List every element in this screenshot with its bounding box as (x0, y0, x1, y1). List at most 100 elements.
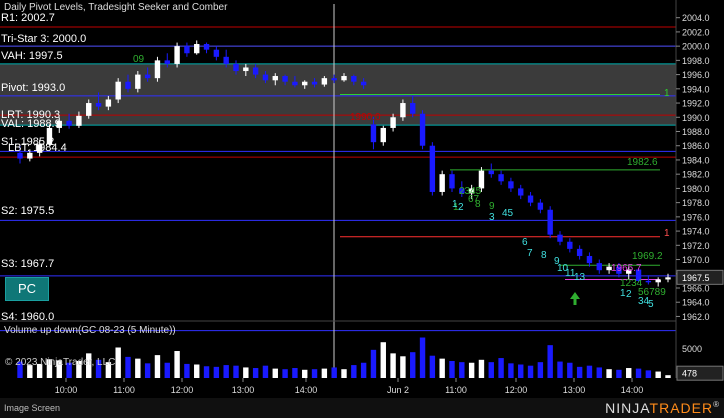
price-tick-label-21: 1962.0 (682, 312, 710, 322)
volume-bar-24 (252, 368, 259, 378)
volume-bar-58 (586, 365, 593, 378)
volume-bar-39 (400, 356, 406, 378)
volume-bar-28 (292, 368, 298, 378)
seq-label-7: 3 (489, 212, 495, 223)
candle-body-49 (498, 174, 504, 182)
candle-body-36 (370, 124, 377, 143)
candle-body-16 (174, 46, 180, 64)
price-tick-label-16: 1972.0 (682, 241, 710, 251)
price-tick-label-12: 1980.0 (682, 184, 710, 194)
candle-body-48 (488, 170, 494, 175)
time-tick-label-7: 12:00 (505, 385, 528, 395)
candle-body-55 (557, 234, 563, 242)
candle-body-15 (164, 60, 170, 64)
price-tick-label-5: 1994.0 (682, 84, 710, 94)
brand-mark: ® (713, 400, 720, 409)
candle-body-12 (135, 74, 141, 89)
volume-bar-45 (459, 362, 465, 378)
volume-bar-44 (449, 360, 455, 378)
volume-tick-label-0: 5000 (682, 344, 702, 354)
annotation-5: 1 (664, 228, 670, 239)
level-label-val: VAL: 1988.9 (1, 118, 61, 130)
time-tick-label-3: 13:00 (232, 385, 255, 395)
annotation-2: 1965.7 (611, 263, 642, 274)
price-tick-label-10: 1984.0 (682, 155, 710, 165)
volume-bar-63 (635, 368, 642, 378)
candle-body-35 (360, 81, 367, 86)
candle-body-27 (282, 76, 288, 82)
candle-body-24 (252, 67, 259, 75)
candle-body-41 (419, 113, 426, 146)
seq-label-6: 2 (458, 202, 464, 213)
candle-body-17 (184, 46, 190, 54)
volume-bar-11 (125, 356, 131, 378)
volume-bar-55 (557, 361, 563, 378)
candle-body-6 (76, 115, 82, 126)
volume-bar-50 (508, 363, 514, 378)
volume-bar-33 (341, 369, 347, 378)
volume-bar-43 (439, 358, 445, 378)
volume-bar-64 (645, 370, 652, 378)
seq-label-4: 9 (489, 201, 495, 212)
candle-body-53 (537, 202, 544, 210)
volume-bar-65 (655, 371, 661, 378)
candle-body-14 (154, 60, 161, 79)
candle-body-39 (400, 103, 406, 118)
volume-bar-10 (115, 347, 121, 378)
candle-body-5 (66, 120, 72, 126)
time-tick-label-4: 14:00 (295, 385, 318, 395)
annotation-4: 1 (664, 88, 670, 99)
price-tick-label-14: 1976.0 (682, 212, 710, 222)
annotation-0: 1982.6 (627, 157, 658, 168)
volume-bar-54 (547, 345, 553, 378)
pc-button[interactable]: PC (5, 277, 49, 301)
volume-bar-61 (616, 369, 622, 378)
copyright-text: © 2023 NinjaTrader, LLC (5, 357, 116, 368)
candle-body-42 (429, 145, 436, 192)
volume-bar-27 (282, 369, 288, 378)
candle-body-37 (380, 127, 386, 143)
volume-bar-29 (302, 369, 308, 378)
volume-bar-59 (596, 367, 602, 378)
volume-bar-46 (468, 362, 475, 378)
price-tick-label-17: 1970.0 (682, 255, 710, 265)
annotation-3: 1990.0 (350, 112, 381, 123)
candle-body-65 (655, 279, 661, 283)
candle-body-52 (527, 195, 534, 203)
volume-bar-30 (311, 369, 318, 378)
candle-body-13 (144, 74, 151, 79)
level-label-r1: R1: 2002.7 (1, 12, 55, 24)
level-label-vah: VAH: 1997.5 (1, 50, 63, 62)
seq-label-9: 6 (522, 237, 528, 248)
level-label-s4: S4: 1960.0 (1, 311, 55, 323)
price-tick-label-3: 1998.0 (682, 56, 710, 66)
price-tick-label-4: 1996.0 (682, 70, 710, 80)
volume-bar-17 (184, 363, 190, 378)
level-label-lbt: LBT: 1984.4 (8, 142, 67, 154)
candle-body-51 (518, 188, 524, 196)
time-tick-label-6: 11:00 (445, 385, 467, 395)
level-label-tristar3: Tri-Star 3: 2000.0 (1, 33, 87, 45)
current-volume-label: 478 (682, 369, 697, 379)
volume-bar-53 (537, 362, 544, 378)
price-tick-label-7: 1990.0 (682, 113, 710, 123)
current-price-label: 1967.5 (682, 273, 710, 283)
volume-bar-62 (626, 368, 632, 378)
price-chart[interactable]: 2004.0 2002.0 2000.0 1998.0 1996.0 1994.0 1992… (0, 0, 724, 418)
candle-body-30 (311, 81, 318, 85)
candle-body-58 (586, 255, 593, 264)
volume-bar-60 (606, 369, 612, 378)
volume-bar-57 (576, 366, 583, 378)
volume-panel-title: Volume up down(GC 08-23 (5 Minute)) (4, 325, 176, 336)
candle-body-64 (645, 280, 652, 283)
volume-bar-35 (360, 362, 367, 378)
volume-bar-42 (429, 355, 436, 378)
candle-body-57 (576, 248, 583, 256)
seq-label-10: 7 (527, 248, 533, 259)
candle-body-7 (86, 103, 92, 116)
footer-label: Image Screen (4, 403, 61, 413)
volume-bar-19 (203, 366, 210, 378)
candle-body-26 (272, 76, 278, 81)
annotation-6: 09 (133, 54, 145, 65)
candle-body-29 (302, 81, 308, 86)
